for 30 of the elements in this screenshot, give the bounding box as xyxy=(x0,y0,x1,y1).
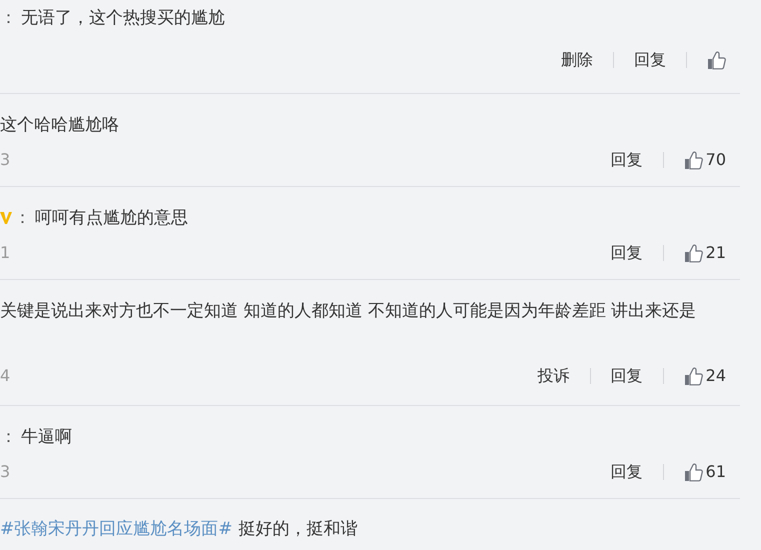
comment-text: 牛逼啊 xyxy=(21,426,72,448)
colon: ： xyxy=(14,207,31,229)
like-button[interactable] xyxy=(707,50,726,70)
comment-text: 呵呵有点尴尬的意思 xyxy=(35,207,188,229)
action-link[interactable]: 回复 xyxy=(610,461,643,483)
action-link[interactable]: 回复 xyxy=(634,49,666,71)
like-button[interactable]: 24 xyxy=(684,365,726,387)
action-link[interactable]: 回复 xyxy=(610,365,643,387)
action-link[interactable]: 投诉 xyxy=(538,365,570,387)
thumbs-up-icon xyxy=(707,50,726,70)
comment-time: 3 xyxy=(0,149,10,171)
action-link[interactable]: 回复 xyxy=(610,149,643,171)
comment-text: 无语了，这个热搜买的尴尬 xyxy=(21,7,225,29)
thumbs-up-icon xyxy=(684,366,703,386)
thumbs-up-icon xyxy=(684,462,703,482)
thumbs-up-icon xyxy=(684,244,703,262)
comment-text: 这个哈哈尴尬咯 xyxy=(0,114,119,136)
thumbs-up-icon xyxy=(684,150,703,170)
comment-time: 4 xyxy=(0,365,10,387)
action-link[interactable]: 删除 xyxy=(561,49,593,71)
comment-text: 关键是说出来对方也不一定知道 知道的人都知道 不知道的人可能是因为年龄差距 讲出来还是 xyxy=(0,300,696,322)
comment-time: 1 xyxy=(0,242,10,264)
like-button[interactable]: 70 xyxy=(684,149,726,171)
like-button[interactable]: 61 xyxy=(684,461,726,483)
comment-time: 3 xyxy=(0,461,10,483)
comment-text: 挺好的，挺和谐 xyxy=(238,518,358,540)
action-link[interactable]: 回复 xyxy=(610,242,643,264)
like-button[interactable]: 21 xyxy=(684,242,726,264)
colon: ： xyxy=(0,7,17,29)
colon: ： xyxy=(0,426,17,448)
